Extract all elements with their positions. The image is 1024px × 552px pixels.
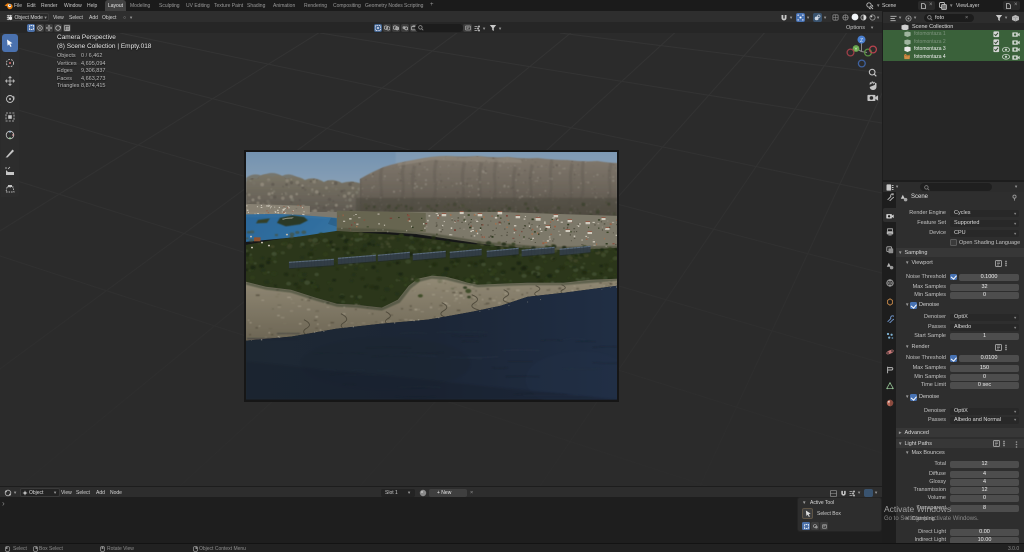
svg-text:Z: Z (860, 38, 863, 44)
svg-text:Y: Y (854, 47, 857, 52)
